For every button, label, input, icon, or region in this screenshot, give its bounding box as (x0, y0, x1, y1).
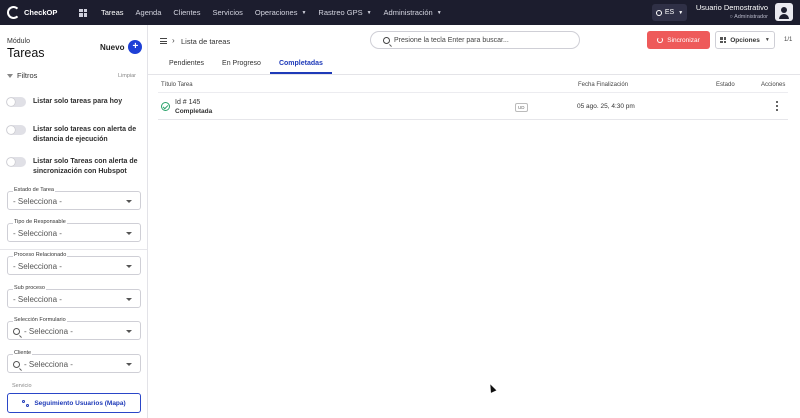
nav-item-tareas[interactable]: Tareas (95, 0, 130, 25)
filter-icon (7, 73, 13, 78)
chevron-right-icon: › (172, 36, 175, 45)
module-title: Tareas (7, 46, 45, 60)
apps-grid-icon[interactable] (79, 8, 87, 17)
caret-down-icon (126, 232, 132, 235)
chevron-down-icon: ▼ (366, 9, 372, 16)
nav-item-servicios[interactable]: Servicios (206, 0, 248, 25)
service-select-label-partial: Servicio (12, 383, 32, 389)
task-end-date: 05 ago. 25, 4:30 pm (577, 103, 635, 110)
checkop-logo-icon (7, 6, 20, 19)
distance-alert-toggle[interactable] (6, 125, 26, 135)
hubspot-alert-toggle[interactable] (6, 157, 26, 167)
search-icon (13, 361, 20, 368)
brand[interactable]: CheckOP (0, 6, 75, 19)
responsible-badge: UD (515, 103, 528, 112)
column-header-title[interactable]: Título Tarea (161, 82, 193, 88)
search-icon (13, 328, 20, 335)
nav-item-rastreo-gps[interactable]: Rastreo GPS ▼ (312, 0, 377, 25)
nav-item-agenda[interactable]: Agenda (130, 0, 168, 25)
caret-down-icon (126, 265, 132, 268)
clear-filters-link[interactable]: Limpiar (118, 73, 136, 79)
chevron-down-icon: ▼ (764, 37, 770, 43)
task-status-tabs: Pendientes En Progreso Completadas (160, 58, 332, 74)
plus-icon: + (128, 40, 143, 54)
caret-down-icon (126, 298, 132, 301)
user-icon (781, 7, 787, 13)
toggle-hubspot-alert: Listar solo Tareas con alerta de sincron… (6, 157, 141, 177)
filters-label: Filtros (17, 71, 38, 80)
search-placeholder: Presione la tecla Enter para buscar... (394, 36, 509, 44)
caret-down-icon (126, 330, 132, 333)
tab-en-progreso[interactable]: En Progreso (213, 58, 270, 74)
check-circle-icon (161, 102, 170, 111)
tab-pendientes[interactable]: Pendientes (160, 58, 213, 74)
tabs-divider (148, 74, 800, 75)
breadcrumb: Lista de tareas (181, 37, 231, 46)
page-indicator: 1/1 (784, 37, 793, 43)
main-nav: Tareas Agenda Clientes Servicios Operaci… (95, 0, 448, 25)
chevron-down-icon: ▼ (436, 9, 442, 16)
user-role: ○ Administrador (729, 14, 768, 20)
chevron-down-icon: ▼ (301, 9, 307, 16)
form-select[interactable]: Selección Formulario - Selecciona - (7, 317, 141, 340)
user-info[interactable]: Usuario Demostrativo ○ Administrador (690, 3, 768, 20)
globe-icon (655, 9, 662, 16)
options-button[interactable]: Opciones ▼ (715, 31, 775, 49)
user-name: Usuario Demostrativo (695, 3, 768, 12)
column-header-end-date[interactable]: Fecha Finalización (578, 82, 628, 88)
top-navbar: CheckOP Tareas Agenda Clientes Servicios… (0, 0, 800, 25)
task-status-select[interactable]: Estado de Tarea - Selecciona - (7, 187, 141, 210)
new-task-button[interactable]: Nuevo + (100, 40, 143, 54)
chevron-down-icon: ▼ (678, 9, 684, 16)
avatar[interactable] (775, 3, 793, 21)
grid-icon (720, 37, 727, 43)
task-status: Completada (175, 108, 213, 115)
client-select[interactable]: Cliente - Selecciona - (7, 350, 141, 373)
search-input[interactable]: Presione la tecla Enter para buscar... (370, 31, 580, 49)
main-content: › Lista de tareas Presione la tecla Ente… (148, 25, 800, 418)
user-tracking-map-button[interactable]: Seguimiento Usuarios (Mapa) (7, 393, 141, 413)
caret-down-icon (126, 200, 132, 203)
task-id: Id # 145 (175, 99, 201, 106)
language-selector[interactable]: ES ▼ (652, 4, 687, 21)
responsible-type-select[interactable]: Tipo de Responsable - Selecciona - (7, 219, 141, 242)
toggle-distance-alert: Listar solo tareas con alerta de distanc… (6, 125, 141, 145)
nav-item-operaciones[interactable]: Operaciones ▼ (249, 0, 312, 25)
caret-down-icon (126, 363, 132, 366)
filters-sidebar: Módulo Tareas Nuevo + Filtros Limpiar Li… (0, 25, 148, 418)
more-vertical-icon[interactable] (776, 101, 778, 111)
brand-name: CheckOP (24, 8, 58, 17)
nav-item-administracion[interactable]: Administración ▼ (378, 0, 448, 25)
tab-completadas[interactable]: Completadas (269, 58, 332, 74)
sync-button[interactable]: Sincronizar (647, 31, 710, 49)
nav-item-clientes[interactable]: Clientes (167, 0, 206, 25)
related-process-select[interactable]: Proceso Relacionado - Selecciona - (7, 252, 141, 275)
sidebar-divider (0, 249, 147, 250)
language-code: ES (664, 9, 675, 16)
module-label: Módulo (7, 38, 30, 45)
search-icon (383, 36, 390, 44)
column-header-status[interactable]: Estado (716, 82, 735, 88)
today-tasks-toggle[interactable] (6, 97, 26, 107)
toggle-today-tasks: Listar solo tareas para hoy (6, 97, 141, 107)
table-row[interactable]: Id # 145 Completada UD 05 ago. 25, 4:30 … (158, 93, 788, 120)
subprocess-select[interactable]: Sub proceso - Selecciona - (7, 285, 141, 308)
route-icon (22, 399, 30, 407)
menu-icon[interactable] (160, 38, 167, 44)
column-header-actions: Acciones (761, 82, 786, 88)
sync-icon (657, 37, 664, 43)
filters-header: Filtros Limpiar (7, 71, 136, 80)
